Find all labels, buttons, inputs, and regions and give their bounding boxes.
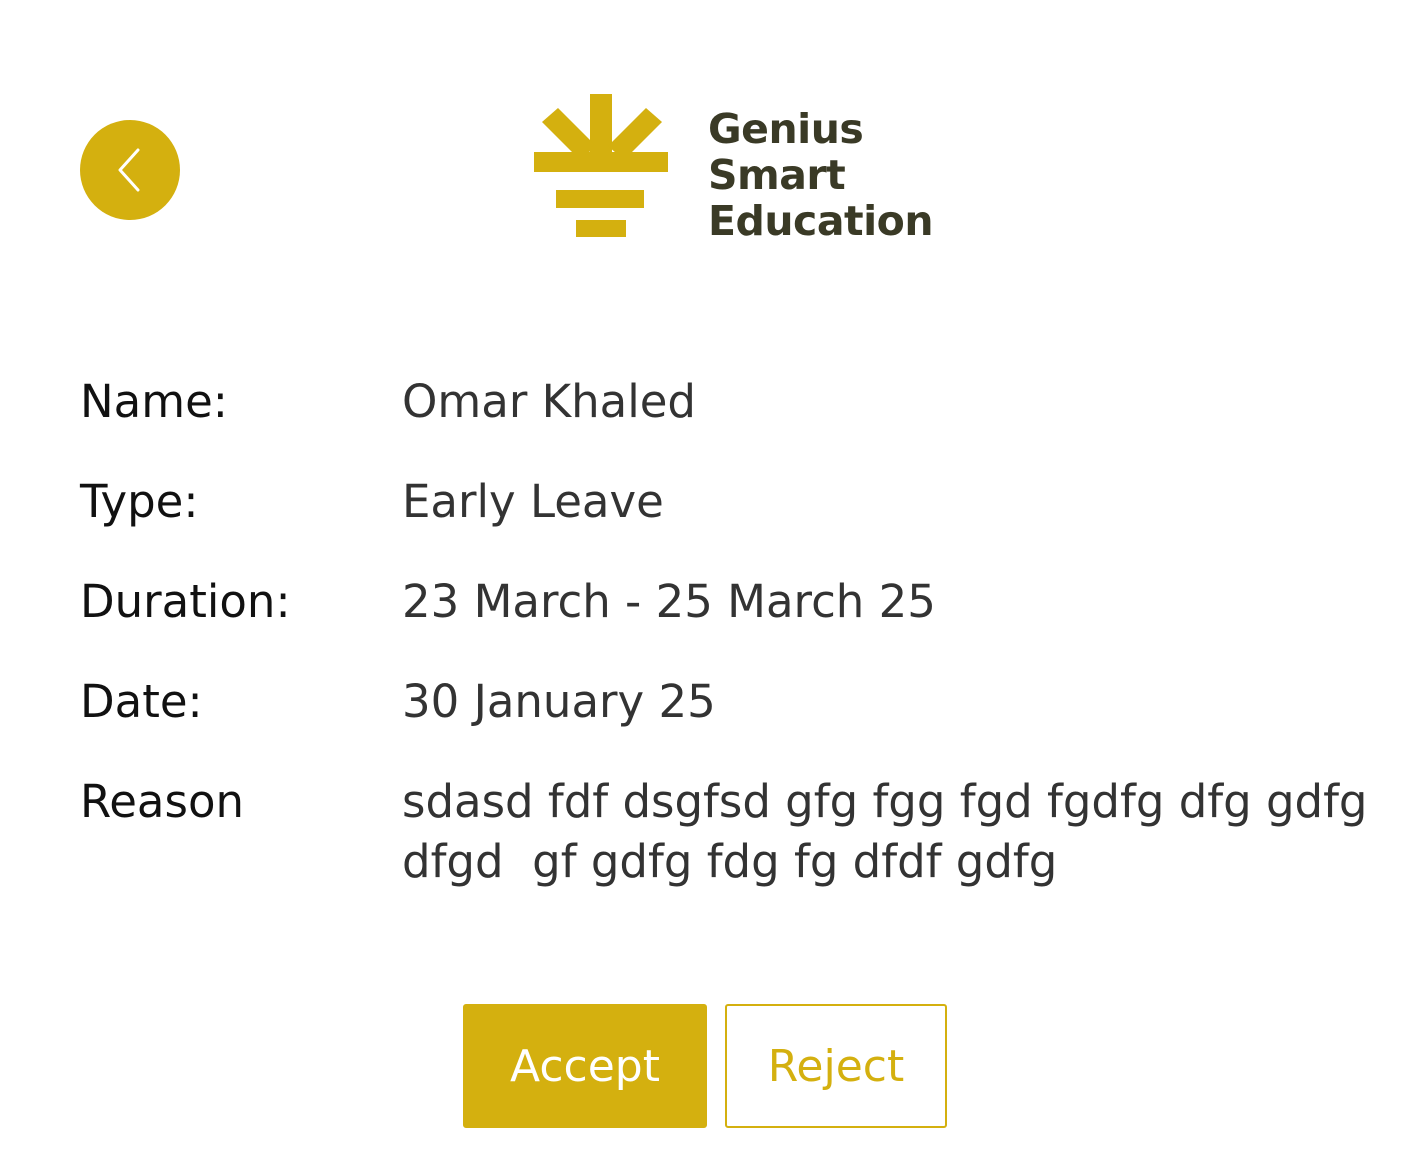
leave-request-detail-page: Genius Smart Education Name: Omar Khaled… (0, 0, 1410, 1166)
name-value: Omar Khaled (402, 375, 696, 428)
duration-label: Duration: (80, 575, 291, 628)
back-button[interactable] (80, 120, 180, 220)
chevron-left-icon (118, 148, 140, 192)
logo: Genius Smart Education (534, 94, 964, 244)
accept-button[interactable]: Accept (463, 1004, 707, 1128)
reason-value: sdasd fdf dsgfsd gfg fgg fgd fgdfg dfg g… (402, 775, 1382, 888)
type-label: Type: (80, 475, 199, 528)
request-details: Name: Omar Khaled Type: Early Leave Dura… (80, 372, 1370, 932)
duration-value: 23 March - 25 March 25 (402, 575, 936, 628)
logo-sun-icon (534, 94, 668, 237)
date-value: 30 January 25 (402, 675, 716, 728)
logo-line-2: Smart (708, 151, 846, 199)
name-label: Name: (80, 375, 228, 428)
detail-row-name: Name: Omar Khaled (80, 372, 1370, 432)
logo-wordmark: Genius Smart Education (708, 105, 934, 245)
detail-row-type: Type: Early Leave (80, 472, 1370, 532)
type-value: Early Leave (402, 475, 664, 528)
date-label: Date: (80, 675, 203, 728)
detail-row-reason: Reason sdasd fdf dsgfsd gfg fgg fgd fgdf… (80, 772, 1370, 892)
logo-line-3: Education (708, 197, 934, 245)
reject-button[interactable]: Reject (725, 1004, 947, 1128)
logo-line-1: Genius (708, 105, 864, 153)
detail-row-date: Date: 30 January 25 (80, 672, 1370, 732)
reason-label: Reason (80, 775, 245, 828)
detail-row-duration: Duration: 23 March - 25 March 25 (80, 572, 1370, 632)
action-buttons: Accept Reject (463, 1004, 947, 1128)
